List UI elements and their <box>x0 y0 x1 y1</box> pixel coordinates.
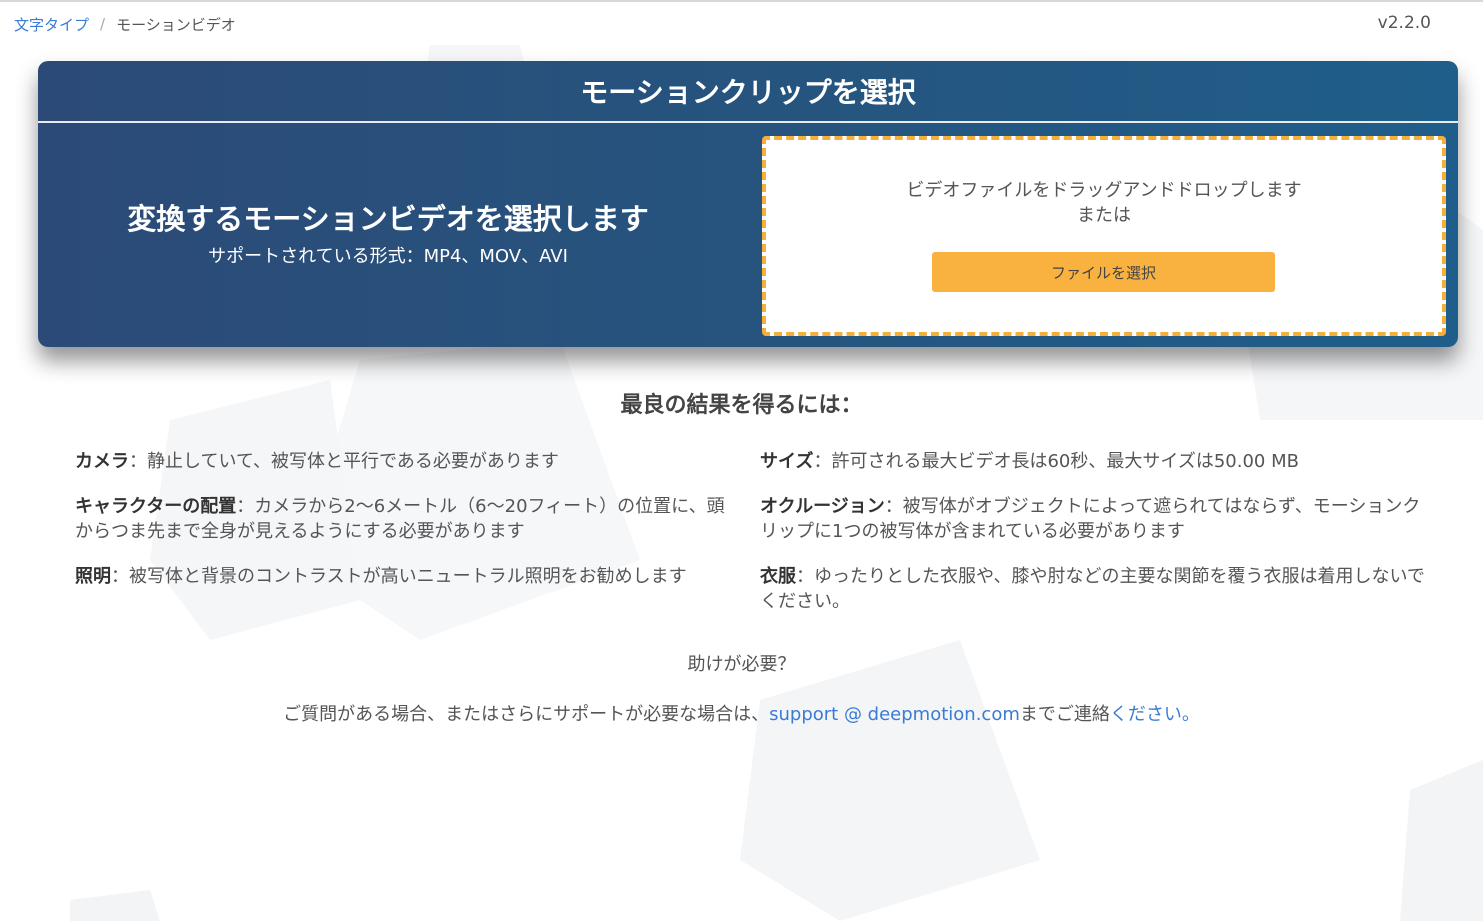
tip-clothing: 衣服：ゆったりとした衣服や、膝や肘などの主要な関節を覆う衣服は着用しないでくださ… <box>760 564 1425 614</box>
contact-link[interactable]: ください。 <box>1110 704 1200 725</box>
breadcrumb-link-text-type[interactable]: 文字タイプ <box>14 14 89 35</box>
help-text: ご質問がある場合、またはさらにサポートが必要な場合は、support @ dee… <box>0 700 1483 726</box>
dropzone-line-2: または <box>1077 205 1131 226</box>
tip-occlusion-label: オクルージョン <box>760 496 885 517</box>
top-border <box>0 0 1483 2</box>
tip-camera-label: カメラ <box>75 451 129 472</box>
help-text-before: ご質問がある場合、またはさらにサポートが必要な場合は、 <box>283 704 770 725</box>
tip-character-position: キャラクターの配置：カメラから2～6メートル（6～20フィート）の位置に、頭から… <box>75 494 740 544</box>
breadcrumb-separator: / <box>100 15 106 33</box>
tip-lighting-text: ：被写体と背景のコントラストが高いニュートラル照明をお勧めします <box>111 566 687 587</box>
dropzone-instructions: ビデオファイルをドラッグアンドドロップします または <box>766 178 1442 228</box>
tip-position-label: キャラクターの配置 <box>75 496 237 517</box>
help-text-middle: までご連絡 <box>1019 704 1110 725</box>
page: 文字タイプ / モーションビデオ v2.2.0 モーションクリップを選択 変換す… <box>0 0 1483 921</box>
dropzone-line-1: ビデオファイルをドラッグアンドドロップします <box>906 180 1302 201</box>
version-label: v2.2.0 <box>1377 13 1431 33</box>
tip-lighting-label: 照明 <box>75 566 111 587</box>
tip-clothing-label: 衣服 <box>760 566 796 587</box>
tip-size: サイズ：許可される最大ビデオ長は60秒、最大サイズは50.00 MB <box>760 449 1425 474</box>
tip-size-text: ：許可される最大ビデオ長は60秒、最大サイズは50.00 MB <box>813 451 1299 472</box>
tip-camera: カメラ：静止していて、被写体と平行である必要があります <box>75 449 740 474</box>
tip-camera-text: ：静止していて、被写体と平行である必要があります <box>129 451 559 472</box>
panel-title: モーションクリップを選択 <box>580 76 916 109</box>
tip-size-label: サイズ <box>760 451 814 472</box>
support-email-link[interactable]: support @ deepmotion.com <box>769 704 1020 725</box>
tip-clothing-text: ：ゆったりとした衣服や、膝や肘などの主要な関節を覆う衣服は着用しないでください。 <box>760 566 1425 612</box>
upload-panel: モーションクリップを選択 変換するモーションビデオを選択します サポートされてい… <box>38 61 1458 347</box>
tip-occlusion: オクルージョン：被写体がオブジェクトによって遮られてはならず、モーションクリップ… <box>760 494 1425 544</box>
tip-lighting: 照明：被写体と背景のコントラストが高いニュートラル照明をお勧めします <box>75 564 740 589</box>
supported-formats: サポートされている形式：MP4、MOV、AVI <box>208 246 568 267</box>
breadcrumb-current: モーションビデオ <box>116 15 236 34</box>
breadcrumb: 文字タイプ / モーションビデオ <box>14 13 236 35</box>
tips-title: 最良の結果を得るには： <box>620 393 863 418</box>
select-file-button[interactable]: ファイルを選択 <box>932 252 1275 292</box>
file-dropzone[interactable]: ビデオファイルをドラッグアンドドロップします または ファイルを選択 <box>762 136 1446 336</box>
panel-heading: 変換するモーションビデオを選択します <box>127 202 649 236</box>
panel-info: 変換するモーションビデオを選択します サポートされている形式：MP4、MOV、A… <box>38 123 738 347</box>
help-title: 助けが必要？ <box>687 654 796 675</box>
